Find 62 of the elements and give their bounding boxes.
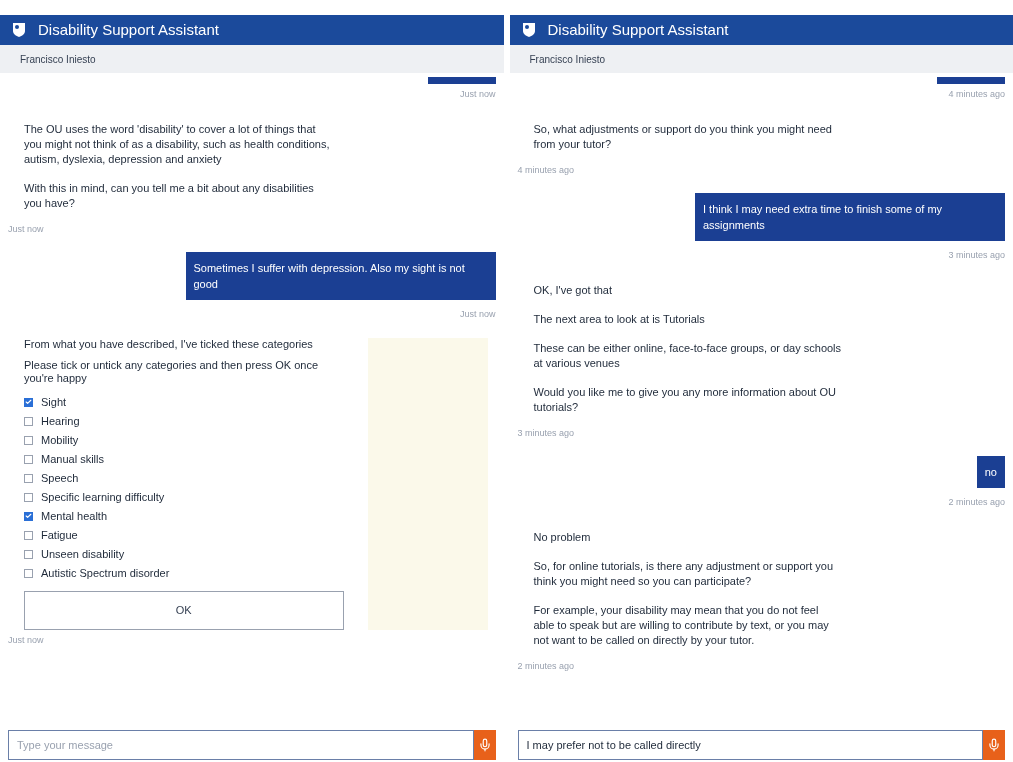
checkbox[interactable] [24, 454, 33, 464]
window-title: Disability Support Assistant [547, 19, 729, 40]
checkbox-option[interactable]: Speech [24, 468, 344, 488]
check-icon [25, 398, 32, 406]
checkbox[interactable] [24, 416, 33, 426]
message-bubble [937, 77, 1005, 84]
checkbox-option[interactable]: Mental health [24, 506, 344, 526]
checkbox[interactable] [24, 397, 33, 407]
message-text: From what you have described, I've ticked these categories [24, 337, 314, 351]
checkbox-option[interactable]: Mobility [24, 430, 344, 450]
user-message: Sometimes I suffer with depression. Also my sight is not good [185, 252, 496, 300]
check-icon [25, 512, 32, 520]
message-time: 4 minutes ago [948, 88, 1005, 101]
user-message: no [976, 456, 1005, 488]
message-input[interactable]: Type your message [8, 730, 474, 760]
checkbox-option[interactable]: Autistic Spectrum disorder [24, 563, 344, 583]
message-text: So, for online tutorials, is there any adjustment or support you think you might need so you can participate? [533, 558, 835, 589]
checkbox-option[interactable]: Sight [24, 392, 344, 412]
user-bar: Francisco Iniesto [0, 45, 504, 73]
shield-logo-icon [521, 22, 536, 38]
shield-logo-icon [12, 22, 26, 38]
checkbox-option[interactable]: Manual skills [24, 449, 344, 469]
message-time: Just now [8, 633, 44, 647]
user-message: I think I may need extra time to finish some of my assignments [695, 193, 1005, 241]
message-text: Please tick or untick any categories and then press OK once you're happy [24, 358, 320, 385]
message-text: The OU uses the word 'disability' to cover a lot of things that you might not think of as a disability, such as health conditions, autism, dyslexia, depression and anxiety [24, 121, 331, 167]
microphone-icon [987, 738, 1001, 752]
message-time: 3 minutes ago [517, 426, 575, 440]
checkbox[interactable] [24, 435, 33, 445]
microphone-button[interactable] [983, 730, 1005, 760]
message-text: These can be either online, face-to-face groups, or day schools at various venues [533, 340, 842, 371]
checkbox[interactable] [24, 492, 33, 502]
message-time: Just now [8, 222, 44, 236]
checkbox[interactable] [24, 530, 33, 540]
user-bar: Francisco Iniesto [509, 45, 1013, 73]
microphone-button[interactable] [473, 730, 496, 760]
window-title: Disability Support Assistant [38, 19, 219, 40]
message-input[interactable]: I may prefer not to be called directly [517, 730, 983, 760]
message-time: 4 minutes ago [517, 163, 575, 177]
message-text: The next area to look at is Tutorials [533, 311, 706, 327]
checkbox-option[interactable]: Unseen disability [24, 544, 344, 564]
checkbox[interactable] [24, 549, 33, 559]
checkbox-option[interactable]: Fatigue [24, 525, 344, 545]
ok-button[interactable]: OK [24, 590, 344, 630]
checkbox[interactable] [24, 473, 33, 483]
message-time: 2 minutes ago [948, 496, 1005, 509]
message-text: For example, your disability may mean that you do not feel able to speak but are willing to contribute by text, or you may not want to be called on directly by your tutor. [533, 602, 830, 648]
message-time: Just now [459, 308, 496, 321]
message-text: With this in mind, can you tell me a bit about any disabilities you have? [24, 180, 315, 211]
message-time: Just now [459, 88, 496, 101]
message-text: No problem [533, 529, 592, 545]
message-time: 3 minutes ago [948, 249, 1005, 262]
checkbox[interactable] [24, 511, 33, 521]
message-text: OK, I've got that [533, 282, 614, 298]
message-time: 2 minutes ago [517, 659, 575, 673]
message-text: So, what adjustments or support do you think you might need from your tutor? [533, 121, 833, 152]
checkbox-option[interactable]: Hearing [24, 411, 344, 431]
message-text: Would you like me to give you any more information about OU tutorials? [533, 384, 837, 415]
message-bubble [427, 77, 496, 84]
microphone-icon [477, 738, 492, 752]
checkbox[interactable] [24, 568, 33, 578]
checkbox-option[interactable]: Specific learning difficulty [24, 487, 344, 507]
